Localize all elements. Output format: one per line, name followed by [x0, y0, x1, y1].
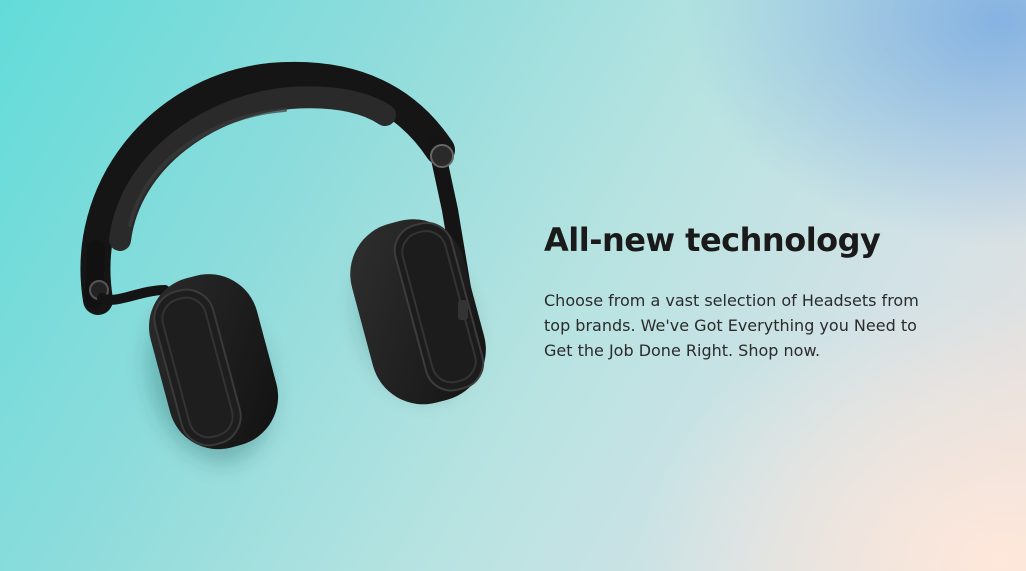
hero-copy: All-new technology Choose from a vast se… — [544, 218, 944, 363]
hero-description: Choose from a vast selection of Headsets… — [544, 291, 919, 360]
headphones-image — [70, 50, 510, 490]
hero-banner: All-new technology Choose from a vast se… — [0, 0, 1026, 571]
headphones-icon — [80, 61, 486, 463]
hero-title: All-new technology — [544, 221, 881, 259]
